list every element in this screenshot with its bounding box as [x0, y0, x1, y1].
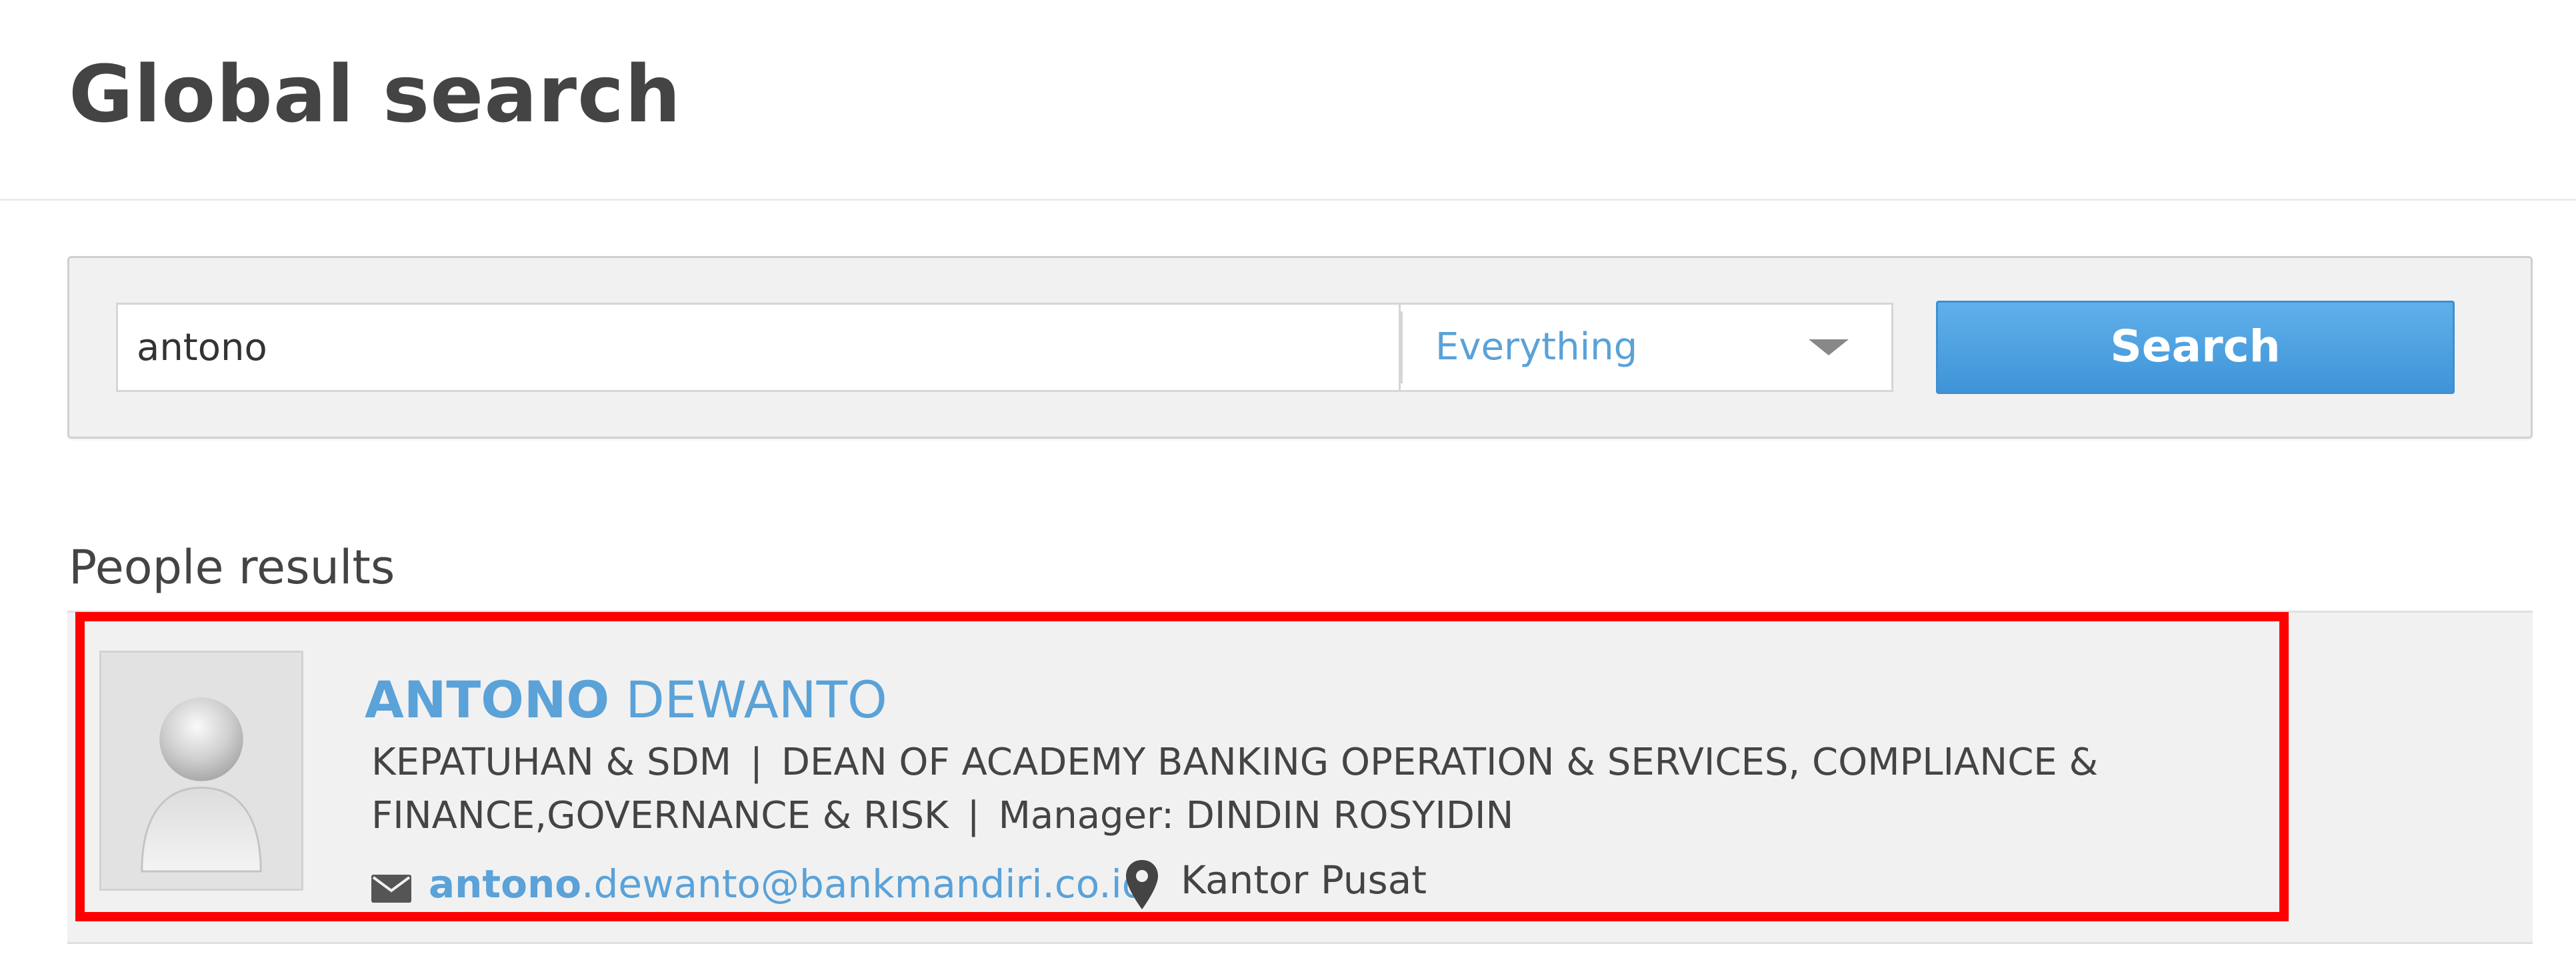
default-person-icon: [101, 653, 301, 889]
map-pin-icon: [1126, 860, 1158, 909]
email-highlight: antono: [429, 861, 582, 907]
person-contact-row: antono.dewanto@bankmandiri.co.id Kantor …: [371, 857, 2238, 911]
search-button[interactable]: Search: [1936, 301, 2455, 394]
person-department: KEPATUHAN & SDM: [371, 741, 732, 784]
people-results-heading: People results: [69, 540, 395, 595]
search-scope-dropdown[interactable]: Everything: [1399, 303, 1893, 392]
header-divider: [0, 199, 2576, 201]
person-result-card[interactable]: ANTONO DEWANTO KEPATUHAN & SDM | DEAN OF A…: [75, 612, 2289, 921]
person-manager: Manager: DINDIN ROSYIDIN: [998, 794, 1514, 837]
chevron-down-icon: [1809, 339, 1849, 355]
name-highlight: ANTONO: [365, 670, 610, 729]
envelope-icon: [371, 875, 411, 903]
search-scope-value: Everything: [1435, 325, 1638, 369]
name-rest: DEWANTO: [609, 670, 887, 729]
separator: |: [750, 741, 763, 784]
separator: |: [967, 794, 980, 837]
avatar[interactable]: [99, 651, 303, 891]
scope-divider: [1401, 311, 1403, 383]
search-panel: Everything Search: [67, 256, 2533, 439]
person-location: Kantor Pusat: [1181, 857, 1427, 903]
person-email-link[interactable]: antono.dewanto@bankmandiri.co.id: [429, 857, 1147, 911]
person-name-link[interactable]: ANTONO DEWANTO: [365, 675, 887, 725]
search-input[interactable]: [116, 303, 1399, 392]
page-title: Global search: [69, 48, 682, 140]
email-rest: .dewanto@bankmandiri.co.id: [581, 861, 1147, 907]
person-details: KEPATUHAN & SDM | DEAN OF ACADEMY BANKING …: [371, 736, 2238, 843]
